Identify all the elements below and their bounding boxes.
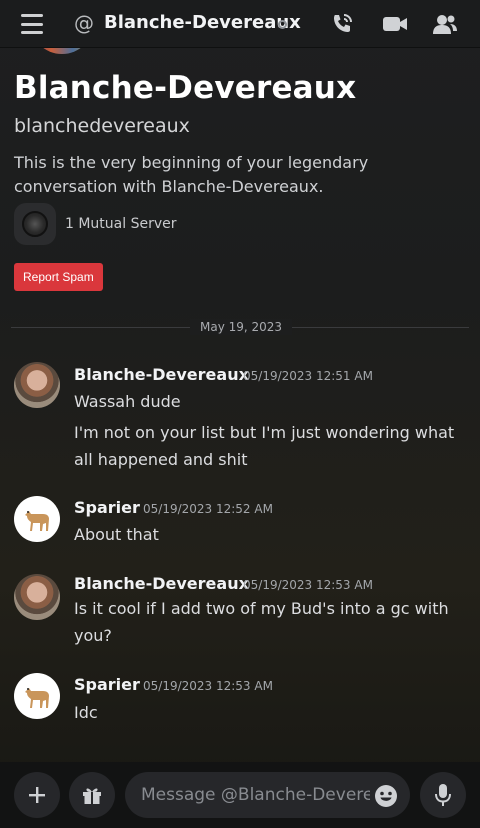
message-text: Is it cool if I add two of my Bud's into… bbox=[74, 599, 449, 645]
menu-icon[interactable] bbox=[20, 14, 44, 34]
mutual-servers-label: 1 Mutual Server bbox=[65, 216, 177, 232]
message-timestamp: 05/19/2023 12:53 AM bbox=[143, 679, 273, 693]
message-timestamp: 05/19/2023 12:52 AM bbox=[143, 502, 273, 516]
add-attachment-button[interactable] bbox=[14, 772, 60, 818]
voice-message-button[interactable] bbox=[420, 772, 466, 818]
message-author[interactable]: Sparier bbox=[74, 675, 140, 694]
top-bar: @ Blanche-Devereaux bbox=[0, 0, 480, 48]
avatar[interactable] bbox=[14, 496, 60, 542]
channel-title[interactable]: Blanche-Devereaux bbox=[104, 12, 301, 33]
at-icon: @ bbox=[74, 11, 94, 35]
gift-button[interactable] bbox=[69, 772, 115, 818]
message-text: Idc bbox=[74, 703, 98, 722]
avatar[interactable] bbox=[14, 362, 60, 408]
message-timestamp: 05/19/2023 12:53 AM bbox=[243, 578, 373, 592]
plus-icon bbox=[29, 787, 45, 803]
message-composer bbox=[0, 762, 480, 828]
report-spam-button[interactable]: Report Spam bbox=[14, 263, 103, 291]
date-divider-label: May 19, 2023 bbox=[190, 319, 293, 335]
members-icon[interactable] bbox=[432, 12, 458, 36]
emoji-icon[interactable] bbox=[374, 784, 398, 808]
status-offline-icon bbox=[278, 20, 287, 29]
profile-username: blanchedevereaux bbox=[14, 115, 190, 137]
message-author[interactable]: Blanche-Devereaux bbox=[74, 365, 249, 384]
avatar[interactable] bbox=[14, 673, 60, 719]
microphone-icon bbox=[435, 784, 451, 806]
avatar[interactable] bbox=[14, 574, 60, 620]
message-text: I'm not on your list but I'm just wonder… bbox=[74, 423, 455, 469]
deer-icon bbox=[25, 688, 49, 708]
call-icon[interactable] bbox=[330, 12, 354, 36]
server-icon bbox=[14, 203, 56, 245]
message-input[interactable] bbox=[125, 772, 410, 818]
profile-display-name: Blanche-Devereaux bbox=[14, 70, 357, 106]
deer-icon bbox=[25, 511, 49, 531]
message-author[interactable]: Blanche-Devereaux bbox=[74, 574, 249, 593]
gift-icon bbox=[83, 788, 101, 804]
message-author[interactable]: Sparier bbox=[74, 498, 140, 517]
message-timestamp: 05/19/2023 12:51 AM bbox=[243, 369, 373, 383]
message-text: About that bbox=[74, 525, 159, 544]
conversation-intro: This is the very beginning of your legen… bbox=[14, 153, 369, 196]
video-icon[interactable] bbox=[382, 12, 408, 36]
message-text: Wassah dude bbox=[74, 392, 181, 411]
mutual-servers[interactable]: 1 Mutual Server bbox=[14, 203, 177, 245]
